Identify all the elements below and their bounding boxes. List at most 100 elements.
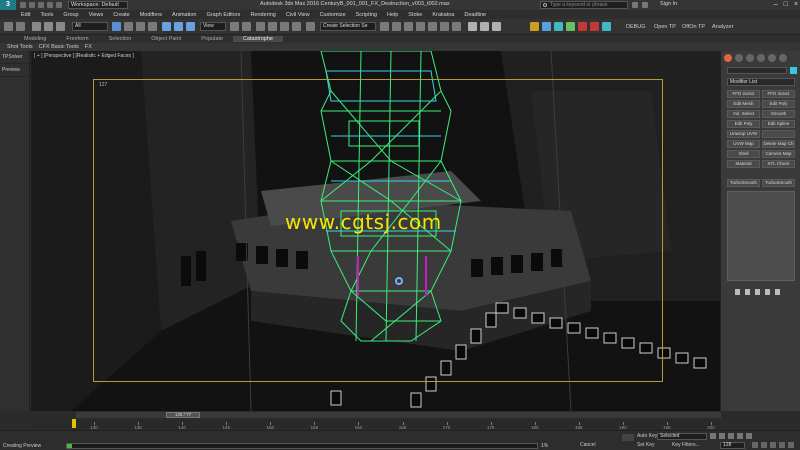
tab-freeform[interactable]: Freeform (56, 36, 98, 42)
selection-region-icon[interactable] (136, 22, 145, 31)
modifier-button[interactable]: Shell (727, 150, 760, 158)
modifier-button[interactable]: Delete Map Ch (762, 140, 795, 148)
viewport-label[interactable]: [ + ] [Perspective ] [Realistic + Edged … (34, 53, 134, 59)
menu-create[interactable]: Create (108, 12, 135, 18)
script-tool-icon[interactable] (542, 22, 551, 31)
bind-space-warp-icon[interactable] (56, 22, 65, 31)
render-setup-icon[interactable] (468, 22, 477, 31)
move-icon[interactable] (162, 22, 171, 31)
align-icon[interactable] (392, 22, 401, 31)
go-to-end-icon[interactable] (746, 433, 752, 439)
redo-icon[interactable] (56, 2, 62, 8)
modifier-button[interactable]: Smooth (762, 110, 795, 118)
schematic-view-icon[interactable] (440, 22, 449, 31)
sign-in-link[interactable]: Sign In (660, 1, 677, 7)
subtab-cfx-basic-tools[interactable]: CFX Basic Tools (36, 44, 82, 50)
material-editor-icon[interactable] (452, 22, 461, 31)
subtab-shot-tools[interactable]: Shot Tools (4, 44, 36, 50)
script-tool-icon[interactable] (554, 22, 563, 31)
modifier-button[interactable]: Material (727, 160, 760, 168)
modifier-button[interactable]: FFD 4x4x4 (762, 90, 795, 98)
new-file-icon[interactable] (20, 2, 26, 8)
tab-populate[interactable]: Populate (191, 36, 233, 42)
show-end-result-icon[interactable] (745, 289, 750, 295)
snap-toggle-icon[interactable] (256, 22, 265, 31)
modifier-button[interactable]: Edit Spline (762, 120, 795, 128)
render-production-icon[interactable] (492, 22, 501, 31)
menu-edit[interactable]: Edit (16, 12, 35, 18)
rendered-frame-window-icon[interactable] (480, 22, 489, 31)
make-unique-icon[interactable] (755, 289, 760, 295)
spinner-snap-icon[interactable] (292, 22, 301, 31)
tab-object-paint[interactable]: Object Paint (141, 36, 191, 42)
utilities-tab-icon[interactable] (779, 54, 787, 62)
modifier-button[interactable]: Unwrap UVW (727, 130, 760, 138)
script-tool-icon[interactable] (530, 22, 539, 31)
script-tool-icon[interactable] (602, 22, 611, 31)
zoom-all-icon[interactable] (761, 442, 767, 448)
modifier-button[interactable]: Edit Poly (762, 100, 795, 108)
modifier-button[interactable]: Edit Mesh (727, 100, 760, 108)
pin-stack-icon[interactable] (735, 289, 740, 295)
time-slider[interactable]: 128 / 77 (76, 412, 721, 418)
star-icon[interactable] (642, 2, 648, 8)
workspace-dropdown[interactable]: Workspace: Default (68, 1, 128, 9)
subtab-fx[interactable]: FX (82, 44, 95, 50)
tab-modeling[interactable]: Modeling (14, 36, 56, 42)
pan-icon[interactable] (770, 442, 776, 448)
save-file-icon[interactable] (38, 2, 44, 8)
track-bar[interactable]: 130 135 140 145 150 155 160 165 170 175 180 185 190 1… (76, 419, 721, 430)
curve-editor-icon[interactable] (428, 22, 437, 31)
modifier-button[interactable]: Edit Poly (727, 120, 760, 128)
menu-deadline[interactable]: Deadline (459, 12, 491, 18)
script-tool-icon[interactable] (566, 22, 575, 31)
angle-snap-icon[interactable] (268, 22, 277, 31)
close-icon[interactable]: × (794, 0, 798, 10)
create-tab-icon[interactable] (724, 54, 732, 62)
edit-named-selection-icon[interactable] (306, 22, 315, 31)
tab-catastrophe[interactable]: Catastrophe (232, 36, 283, 42)
search-input[interactable]: Type a keyword or phrase (540, 1, 628, 9)
perspective-viewport[interactable]: [ + ] [Perspective ] [Realistic + Edged … (31, 51, 720, 411)
minimize-icon[interactable]: – (774, 0, 778, 10)
modify-tab-icon[interactable] (735, 54, 743, 62)
motion-tab-icon[interactable] (757, 54, 765, 62)
maximize-icon[interactable]: □ (784, 0, 788, 10)
offon-tp-button[interactable]: OffOn TP (682, 24, 705, 30)
window-crossing-icon[interactable] (148, 22, 157, 31)
menu-graph-editors[interactable]: Graph Editors (202, 12, 246, 18)
modifier-button[interactable]: FFD 2x2x2 (727, 90, 760, 98)
menu-views[interactable]: Views (84, 12, 109, 18)
scale-icon[interactable] (186, 22, 195, 31)
rotate-icon[interactable] (174, 22, 183, 31)
script-tool-icon[interactable] (590, 22, 599, 31)
maximize-viewport-icon[interactable] (788, 442, 794, 448)
menu-scripting[interactable]: Scripting (351, 12, 382, 18)
display-tab-icon[interactable] (768, 54, 776, 62)
open-file-icon[interactable] (29, 2, 35, 8)
menu-help[interactable]: Help (382, 12, 403, 18)
modifier-button[interactable]: UVW Map (727, 140, 760, 148)
modifier-button[interactable]: TurboSmooth (727, 179, 760, 187)
auto-key-button[interactable]: Auto Key (637, 433, 657, 439)
select-object-icon[interactable] (112, 22, 121, 31)
menu-rendering[interactable]: Rendering (245, 12, 280, 18)
pivot-icon[interactable] (230, 22, 239, 31)
set-key-icon[interactable] (622, 434, 634, 441)
tab-selection[interactable]: Selection (99, 36, 142, 42)
mirror-icon[interactable] (380, 22, 389, 31)
percent-snap-icon[interactable] (280, 22, 289, 31)
modifier-list-dropdown[interactable]: Modifier List (727, 78, 795, 86)
bookmark-icon[interactable] (632, 2, 638, 8)
modifier-button[interactable]: Vol. Select (727, 110, 760, 118)
analyzer-button[interactable]: Analyzer (712, 24, 733, 30)
current-frame-field[interactable]: 128 (720, 442, 745, 449)
layer-explorer-icon[interactable] (404, 22, 413, 31)
scene-explorer-icon[interactable] (416, 22, 425, 31)
modifier-button[interactable]: Camera Map (762, 150, 795, 158)
modifier-button[interactable] (762, 130, 795, 138)
tpsolver-button[interactable]: TPSolver (0, 51, 29, 64)
redo-icon[interactable] (16, 22, 25, 31)
orbit-icon[interactable] (779, 442, 785, 448)
open-tp-button[interactable]: Open TP (654, 24, 676, 30)
